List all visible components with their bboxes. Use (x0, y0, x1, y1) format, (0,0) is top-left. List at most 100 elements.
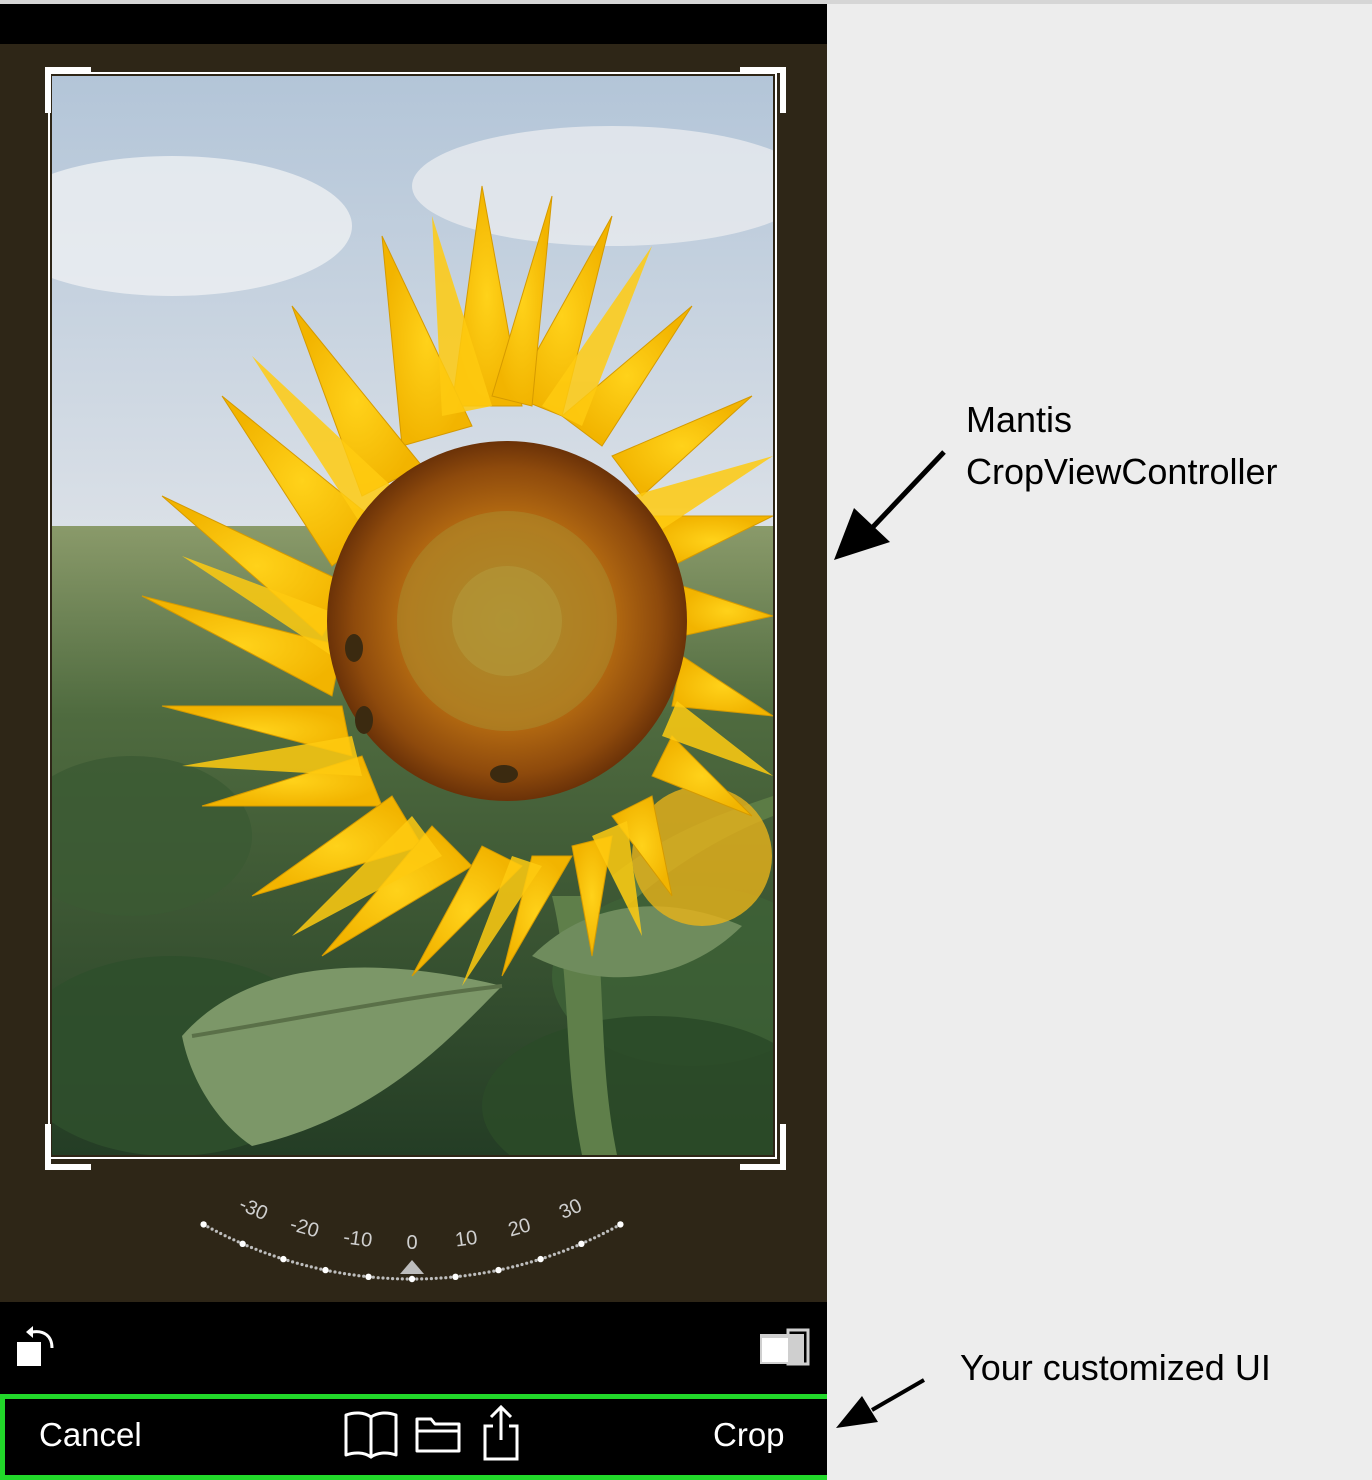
dial-dot (537, 1255, 544, 1263)
dial-dot (227, 1236, 231, 1240)
dial-dot (552, 1252, 557, 1256)
dial-dot (515, 1264, 520, 1268)
dial-dot (258, 1249, 263, 1253)
custom-ui-annotation: Your customized UI (960, 1347, 1271, 1388)
dial-dot (525, 1261, 529, 1265)
dial-dot (309, 1265, 313, 1269)
dial-dot (606, 1229, 610, 1233)
status-bar (0, 4, 827, 44)
dial-dot (548, 1254, 552, 1258)
arrow-to-crop-view-icon (834, 450, 946, 560)
dial-dot (272, 1254, 276, 1258)
cancel-button[interactable]: Cancel (39, 1415, 142, 1455)
dial-dot (468, 1273, 472, 1277)
book-icon[interactable] (342, 1409, 400, 1459)
dial-dot (405, 1277, 409, 1281)
dial-dot (593, 1236, 597, 1240)
dial-dot (254, 1247, 258, 1251)
mantis-annotation-line1: Mantis (966, 399, 1073, 440)
dial-dot (347, 1272, 351, 1276)
dial-tick-label: -10 (342, 1226, 374, 1252)
dial-dot (277, 1256, 281, 1260)
dial-dot (444, 1276, 448, 1280)
dial-dot (236, 1240, 240, 1244)
dial-dot (597, 1234, 601, 1238)
dial-dot (570, 1245, 575, 1250)
dial-dot (322, 1266, 329, 1274)
rotation-dial[interactable]: -30 -20 -10 0 10 20 30 (0, 1144, 827, 1302)
mantis-annotation: Mantis CropViewController (966, 394, 1277, 498)
dial-dot (429, 1277, 433, 1281)
dial-dot (319, 1267, 323, 1271)
dial-dot (300, 1262, 304, 1267)
dial-dot (268, 1252, 272, 1256)
dial-dot (219, 1231, 223, 1236)
dial-dot (520, 1262, 524, 1267)
dial-dot (492, 1269, 496, 1273)
dial-dot (578, 1240, 585, 1247)
dial-dot (601, 1231, 605, 1236)
dial-dot (584, 1240, 588, 1244)
crop-frame[interactable] (48, 72, 777, 1159)
dial-dot (463, 1274, 467, 1278)
dial-dot (575, 1244, 579, 1248)
aspect-ratio-icon[interactable] (756, 1326, 812, 1366)
dial-dot (434, 1276, 438, 1280)
dial-dot (543, 1256, 547, 1260)
dial-dot (506, 1266, 510, 1270)
dial-dot (291, 1260, 295, 1264)
customized-toolbar: Cancel Crop (0, 1394, 827, 1480)
dial-dot (400, 1277, 404, 1281)
crop-handle-top-left[interactable] (45, 67, 91, 113)
dial-dot (420, 1277, 424, 1281)
dial-dot (534, 1258, 538, 1263)
dial-dot (391, 1277, 395, 1281)
phone-screen: -30 -20 -10 0 10 20 30 Cancel Crop (0, 4, 827, 1480)
dial-tick-label: -30 (236, 1193, 271, 1225)
dial-dot (210, 1227, 214, 1231)
crop-toolbar (0, 1302, 827, 1394)
dial-dot (408, 1275, 416, 1283)
dial-tick-label: -20 (288, 1213, 322, 1242)
mantis-annotation-line2: CropViewController (966, 451, 1278, 492)
dial-tick-label: 0 (406, 1232, 417, 1254)
share-icon[interactable] (479, 1404, 523, 1462)
dial-dot (295, 1261, 299, 1265)
dial-dot (381, 1276, 385, 1280)
dial-dot (557, 1251, 561, 1255)
dial-dot (328, 1269, 332, 1273)
dial-dot (362, 1274, 366, 1278)
dial-dot (352, 1273, 356, 1277)
dial-dot (386, 1276, 390, 1280)
rotate-left-icon[interactable] (12, 1324, 62, 1374)
dial-dot (610, 1227, 614, 1231)
dial-dot (376, 1276, 380, 1280)
crop-handle-top-right[interactable] (740, 67, 786, 113)
dial-dot (200, 1221, 207, 1228)
dial-dot (314, 1266, 318, 1270)
dial-dot (477, 1272, 482, 1276)
dial-dot (263, 1251, 267, 1255)
dial-dot (357, 1274, 361, 1278)
dial-tick-label: 10 (454, 1227, 479, 1252)
dial-dot (614, 1225, 618, 1229)
dial-dot (232, 1238, 236, 1242)
dial-dot (529, 1260, 534, 1264)
dial-dot (458, 1274, 462, 1278)
folder-icon[interactable] (413, 1411, 463, 1457)
crop-view-controller: -30 -20 -10 0 10 20 30 (0, 44, 827, 1302)
dial-dot (223, 1234, 227, 1238)
dial-dot (338, 1271, 342, 1275)
rotation-dial-svg[interactable]: -30 -20 -10 0 10 20 30 (0, 1144, 827, 1302)
dial-dot (333, 1270, 337, 1274)
dial-dot (371, 1275, 375, 1279)
dial-pointer-icon (400, 1260, 424, 1274)
dial-dot (487, 1270, 491, 1274)
dial-dot (415, 1277, 419, 1281)
dial-dot (239, 1240, 246, 1247)
dial-dot (286, 1258, 290, 1263)
dial-dot (511, 1265, 515, 1269)
crop-button[interactable]: Crop (713, 1415, 785, 1455)
arrow-to-custom-ui-icon (836, 1378, 925, 1428)
dial-dot (245, 1244, 249, 1248)
